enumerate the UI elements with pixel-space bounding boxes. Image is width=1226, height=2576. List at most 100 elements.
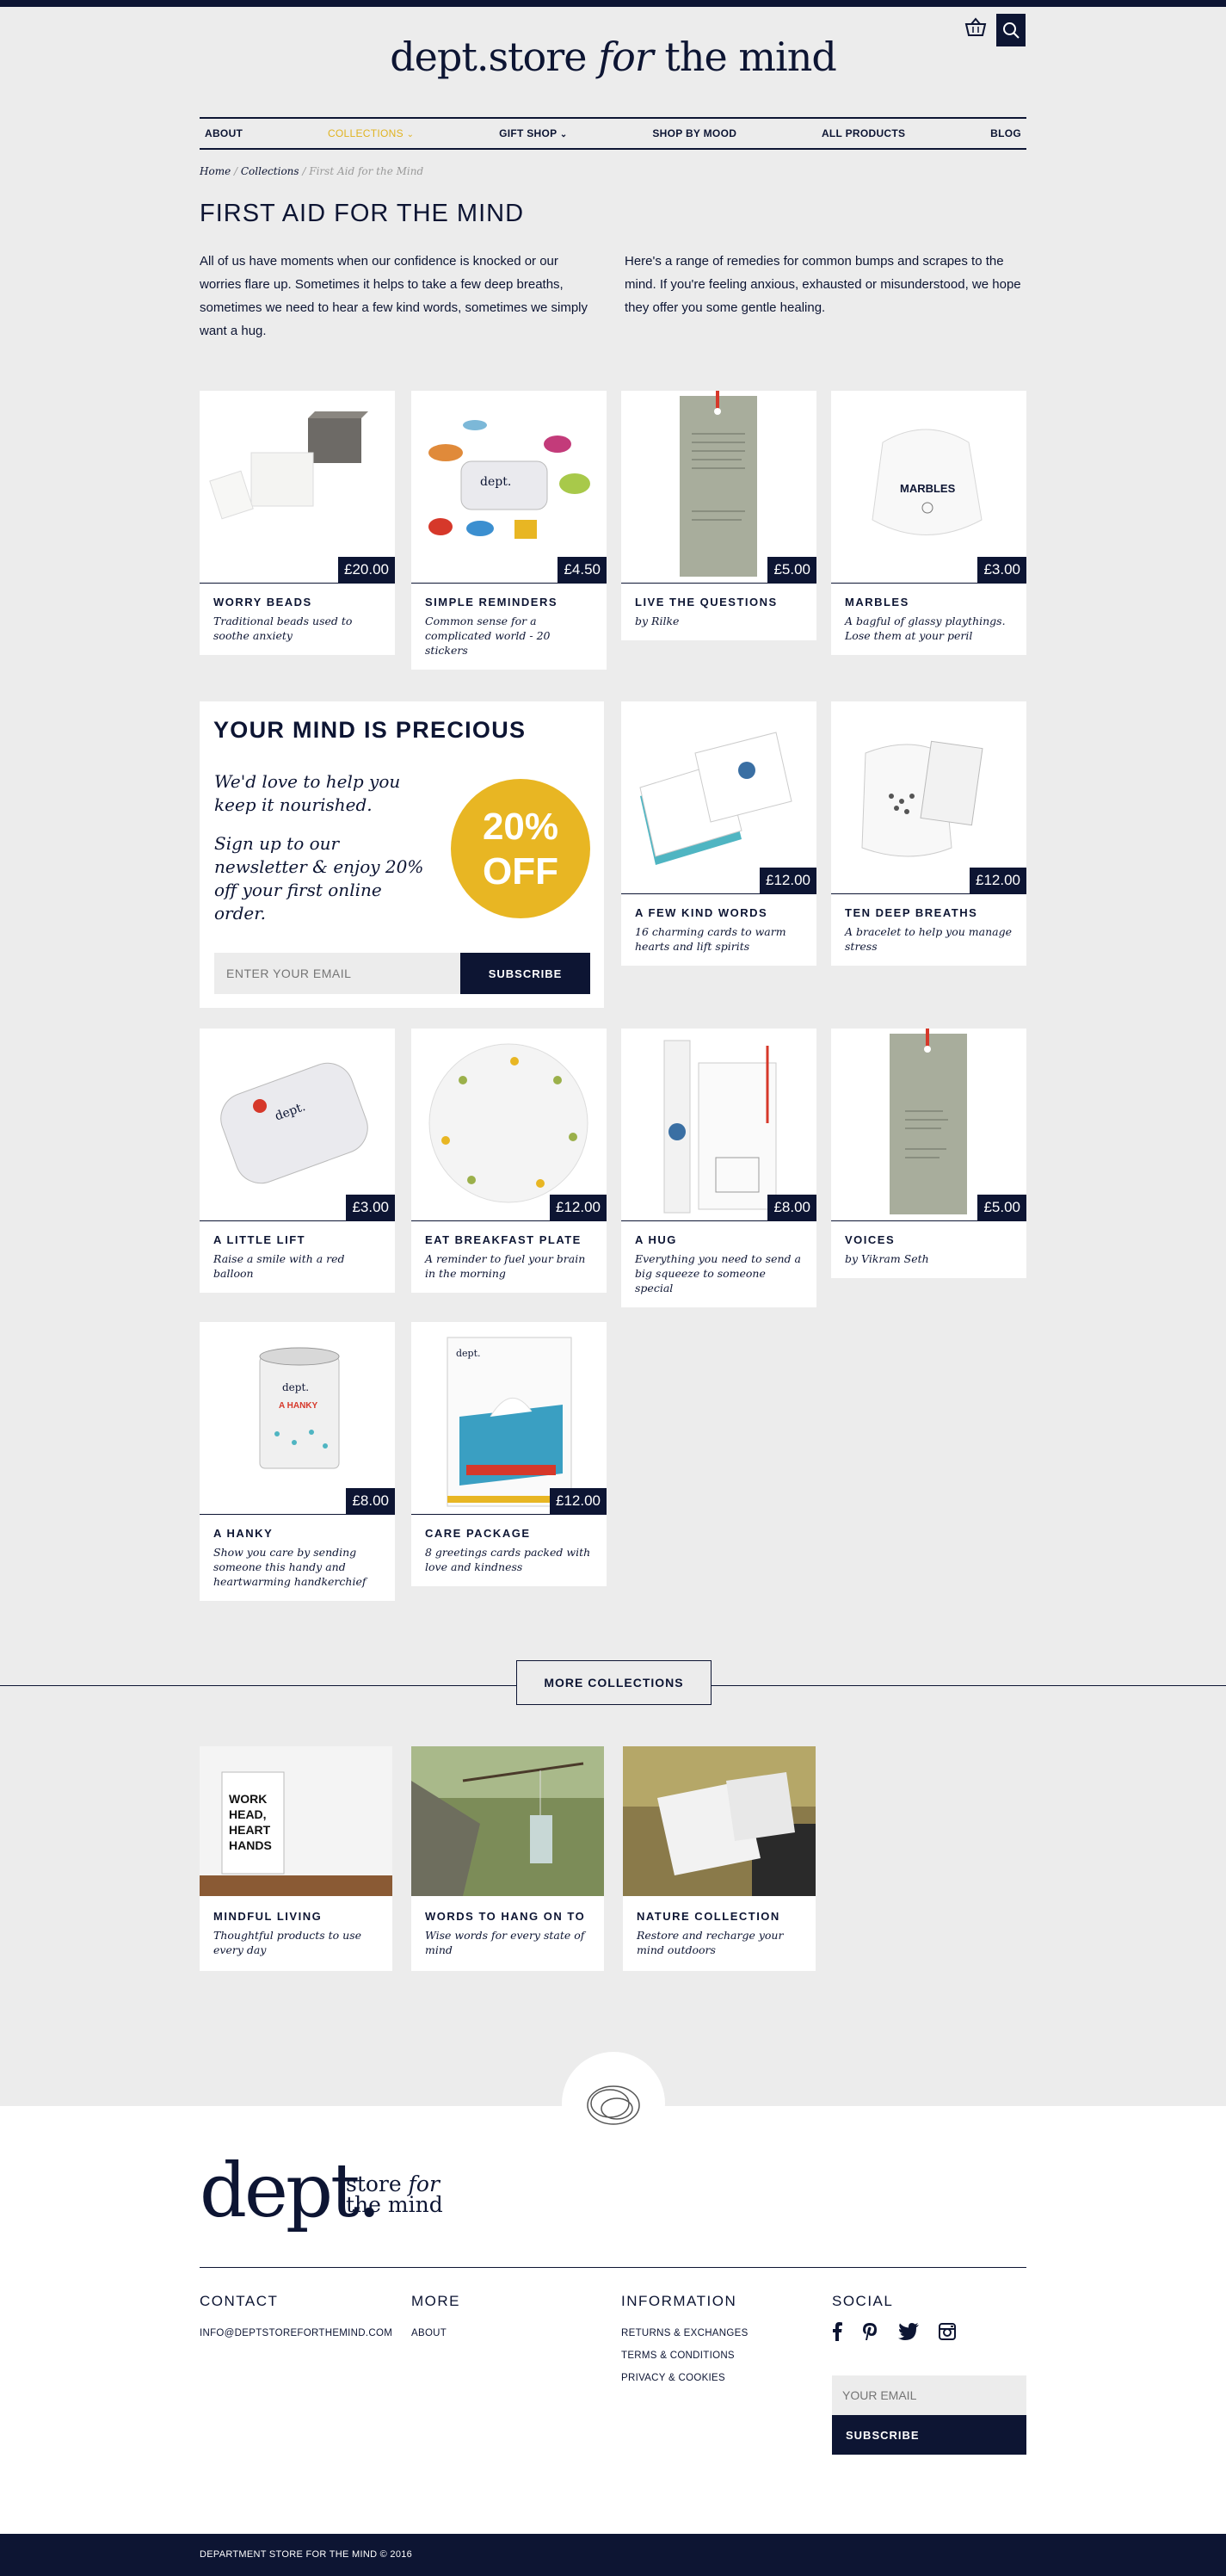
promo-line-2: Sign up to our newsletter & enjoy 20% of… [214, 833, 424, 924]
breadcrumb-collections[interactable]: Collections [241, 165, 299, 177]
product-image[interactable]: dept. £4.50 [411, 391, 607, 584]
site-logo[interactable]: dept.store for the mind [0, 33, 1226, 81]
product-image[interactable]: £20.00 [200, 391, 395, 584]
product-name[interactable]: A LITTLE LIFT [213, 1233, 381, 1246]
product-card[interactable]: £5.00 VOICES by Vikram Seth [831, 1029, 1026, 1278]
product-image[interactable]: £12.00 [831, 701, 1026, 894]
newsletter-email-input[interactable] [214, 953, 460, 994]
product-desc: Raise a smile with a red balloon [213, 1252, 345, 1280]
product-name[interactable]: A FEW KIND WORDS [635, 906, 803, 919]
product-image[interactable]: dept. A HANKY £8.00 [200, 1322, 395, 1515]
nav-blog[interactable]: BLOG [990, 127, 1021, 139]
footer-subscribe-button[interactable]: SUBSCRIBE [832, 2415, 1026, 2455]
footer-more: MORE ABOUT [411, 2293, 460, 2344]
nav-gift-shop[interactable]: GIFT SHOP ⌄ [499, 127, 567, 139]
price-tag: £5.00 [767, 557, 816, 583]
price-tag: £12.00 [550, 1488, 607, 1514]
collection-desc: Thoughtful products to use every day [213, 1929, 362, 1956]
more-collections-button[interactable]: MORE COLLECTIONS [516, 1660, 712, 1705]
product-name[interactable]: TEN DEEP BREATHS [845, 906, 1013, 919]
newsletter-promo: YOUR MIND IS PRECIOUS We'd love to help … [200, 701, 604, 1008]
product-card[interactable]: £12.00 TEN DEEP BREATHS A bracelet to he… [831, 701, 1026, 966]
footer-link-about[interactable]: ABOUT [411, 2322, 460, 2344]
contact-email-link[interactable]: INFO@DEPTSTOREFORTHEMIND.COM [200, 2322, 392, 2344]
product-card[interactable]: dept. £3.00 A LITTLE LIFT Raise a smile … [200, 1029, 395, 1293]
newsletter-subscribe-button[interactable]: SUBSCRIBE [460, 953, 590, 994]
product-card[interactable]: dept. A HANKY £8.00 A HANKY Show you car… [200, 1322, 395, 1601]
marbles-image: MARBLES [872, 429, 983, 535]
footer-heading: MORE [411, 2293, 460, 2309]
product-name[interactable]: VOICES [845, 1233, 1013, 1246]
pinterest-icon[interactable] [861, 2322, 878, 2341]
collection-name[interactable]: MINDFUL LIVING [213, 1910, 379, 1923]
footer-contact: CONTACT INFO@DEPTSTOREFORTHEMIND.COM [200, 2293, 392, 2344]
product-desc: Traditional beads used to soothe anxiety [213, 615, 353, 642]
svg-text:MARBLES: MARBLES [900, 482, 956, 495]
product-image[interactable]: dept. £3.00 [200, 1029, 395, 1221]
product-desc: by Rilke [635, 615, 680, 627]
product-card[interactable]: MARBLES £3.00 MARBLES A bagful of glassy… [831, 391, 1026, 655]
product-name[interactable]: A HANKY [213, 1527, 381, 1540]
nav-all-products[interactable]: ALL PRODUCTS [822, 127, 905, 139]
product-card[interactable]: dept. £4.50 SIMPLE REMINDERS Common sens… [411, 391, 607, 670]
product-card[interactable]: £8.00 A HUG Everything you need to send … [621, 1029, 816, 1307]
product-image[interactable]: MARBLES £3.00 [831, 391, 1026, 584]
product-image[interactable]: £12.00 [621, 701, 816, 894]
breadcrumb-home[interactable]: Home [200, 165, 231, 177]
a-few-kind-words-image [639, 732, 792, 865]
product-name[interactable]: SIMPLE REMINDERS [425, 596, 593, 608]
footer-email-input[interactable] [832, 2375, 1026, 2415]
collection-card[interactable]: NATURE COLLECTION Restore and recharge y… [623, 1746, 816, 1971]
a-hanky-image: dept. A HANKY [259, 1347, 340, 1469]
collection-image[interactable]: WORK HEAD, HEART HANDS [200, 1746, 392, 1896]
instagram-icon[interactable] [939, 2323, 956, 2340]
svg-text:HEAD,: HEAD, [229, 1807, 267, 1821]
footer-information: INFORMATION RETURNS & EXCHANGES TERMS & … [621, 2293, 749, 2389]
live-the-questions-image [680, 391, 757, 577]
facebook-icon[interactable] [832, 2322, 842, 2341]
product-name[interactable]: EAT BREAKFAST PLATE [425, 1233, 593, 1246]
collection-card[interactable]: WORDS TO HANG ON TO Wise words for every… [411, 1746, 604, 1971]
product-name[interactable]: LIVE THE QUESTIONS [635, 596, 803, 608]
nav-about[interactable]: ABOUT [205, 127, 243, 139]
footer-link-terms[interactable]: TERMS & CONDITIONS [621, 2344, 749, 2367]
product-image[interactable]: £8.00 [621, 1029, 816, 1221]
intro-right: Here's a range of remedies for common bu… [625, 254, 1021, 315]
product-card[interactable]: £20.00 WORRY BEADS Traditional beads use… [200, 391, 395, 655]
collection-image[interactable] [623, 1746, 816, 1896]
words-to-hang-on-to-image [411, 1746, 604, 1896]
footer-heading: SOCIAL [832, 2293, 894, 2309]
nav-shop-by-mood[interactable]: SHOP BY MOOD [652, 127, 736, 139]
product-card[interactable]: £12.00 A FEW KIND WORDS 16 charming card… [621, 701, 816, 966]
product-image[interactable]: dept. £12.00 [411, 1322, 607, 1515]
product-name[interactable]: MARBLES [845, 596, 1013, 608]
product-image[interactable]: £12.00 [411, 1029, 607, 1221]
nav-collections[interactable]: COLLECTIONS ⌄ [328, 127, 414, 139]
footer-logo[interactable]: dept. store for the mind [200, 2148, 443, 2234]
price-tag: £12.00 [550, 1195, 607, 1220]
svg-text:dept.: dept. [456, 1348, 481, 1359]
collection-desc: Restore and recharge your mind outdoors [637, 1929, 784, 1956]
product-card[interactable]: dept. £12.00 CARE PACKAGE 8 greetings ca… [411, 1322, 607, 1586]
product-desc: Show you care by sending someone this ha… [213, 1546, 367, 1588]
collection-image[interactable] [411, 1746, 604, 1896]
collection-name[interactable]: WORDS TO HANG ON TO [425, 1910, 590, 1923]
price-tag: £3.00 [977, 557, 1026, 583]
ten-deep-breaths-image [861, 740, 983, 857]
product-name[interactable]: WORRY BEADS [213, 596, 381, 608]
product-card[interactable]: £5.00 LIVE THE QUESTIONS by Rilke [621, 391, 816, 640]
product-image[interactable]: £5.00 [621, 391, 816, 584]
footer-link-privacy[interactable]: PRIVACY & COOKIES [621, 2367, 749, 2389]
badge-percent: 20% [482, 806, 559, 848]
collection-card[interactable]: WORK HEAD, HEART HANDS MINDFUL LIVING Th… [200, 1746, 392, 1971]
price-tag: £5.00 [977, 1195, 1026, 1220]
page-title: FIRST AID FOR THE MIND [200, 200, 525, 227]
twitter-icon[interactable] [897, 2322, 920, 2341]
product-name[interactable]: A HUG [635, 1233, 803, 1246]
product-image[interactable]: £5.00 [831, 1029, 1026, 1221]
product-card[interactable]: £12.00 EAT BREAKFAST PLATE A reminder to… [411, 1029, 607, 1293]
footer-link-returns[interactable]: RETURNS & EXCHANGES [621, 2322, 749, 2344]
worry-beads-image [209, 411, 368, 520]
collection-name[interactable]: NATURE COLLECTION [637, 1910, 802, 1923]
product-name[interactable]: CARE PACKAGE [425, 1527, 593, 1540]
